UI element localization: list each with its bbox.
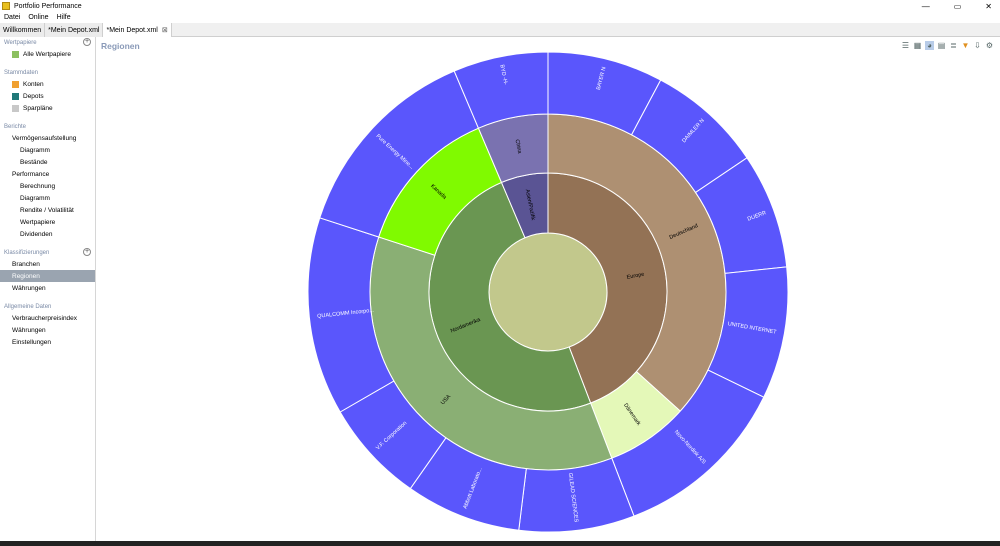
sidebar-item-diagramm-performance[interactable]: Diagramm	[0, 192, 95, 204]
sidebar-item-branchen[interactable]: Branchen	[0, 258, 95, 270]
sidebar-item-label: Sparpläne	[23, 104, 53, 112]
sidebar-item-diagramm[interactable]: Diagramm	[0, 144, 95, 156]
document-icon	[12, 50, 19, 58]
section-allgemeine-daten: Allgemeine Daten	[0, 301, 95, 312]
sidebar-item-label: Depots	[23, 92, 44, 100]
depot-icon	[12, 92, 19, 100]
sidebar-item-performance[interactable]: Performance	[0, 168, 95, 180]
tab-mein-depot-2[interactable]: *Mein Depot.xml ⊠	[103, 23, 172, 37]
sidebar-item-vermoegensaufstellung[interactable]: Vermögensaufstellung	[0, 132, 95, 144]
sidebar-item-einstellungen[interactable]: Einstellungen	[0, 336, 95, 348]
sidebar-item-berechnung[interactable]: Berechnung	[0, 180, 95, 192]
tab-mein-depot-1[interactable]: *Mein Depot.xml	[45, 23, 104, 37]
section-berichte: Berichte	[0, 121, 95, 132]
sidebar-item-label: Konten	[23, 80, 44, 88]
app-logo-icon	[2, 2, 10, 10]
editor-tabs: Willkommen *Mein Depot.xml *Mein Depot.x…	[0, 23, 1000, 37]
section-title: Allgemeine Daten	[4, 303, 52, 310]
window-controls: — ▭ ✕	[922, 0, 992, 12]
add-icon[interactable]: +	[83, 38, 91, 46]
section-stammdaten: Stammdaten	[0, 67, 95, 78]
region-sunburst-chart: EuropeNordamerikaAsien/PazifikDeutschlan…	[307, 51, 789, 533]
sunburst-center	[488, 232, 608, 352]
sidebar-item-dividenden[interactable]: Dividenden	[0, 228, 95, 240]
tab-label: *Mein Depot.xml	[106, 26, 158, 34]
section-title: Stammdaten	[4, 69, 39, 76]
tab-close-icon[interactable]: ⊠	[162, 26, 168, 34]
sidebar-item-rendite-volatilitaet[interactable]: Rendite / Volatilität	[0, 204, 95, 216]
sidebar-item-regionen[interactable]: Regionen	[0, 270, 95, 282]
add-icon[interactable]: +	[83, 248, 91, 256]
sidebar-item-wertpapiere[interactable]: Wertpapiere	[0, 216, 95, 228]
minimize-button[interactable]: —	[922, 2, 930, 11]
tab-label: *Mein Depot.xml	[48, 26, 100, 34]
window-title: Portfolio Performance	[14, 2, 82, 10]
section-title: Klassifizierungen	[4, 249, 50, 256]
menu-hilfe[interactable]: Hilfe	[57, 14, 71, 21]
sidebar-item-waehrungen[interactable]: Währungen	[0, 282, 95, 294]
maximize-button[interactable]: ▭	[954, 2, 962, 11]
sidebar-item-konten[interactable]: Konten	[0, 78, 95, 90]
tab-willkommen[interactable]: Willkommen	[0, 23, 46, 37]
section-title: Wertpapiere	[4, 39, 37, 46]
close-button[interactable]: ✕	[985, 2, 992, 11]
title-bar: Portfolio Performance — ▭ ✕	[0, 0, 1000, 12]
account-icon	[12, 80, 19, 88]
sidebar-item-bestaende[interactable]: Bestände	[0, 156, 95, 168]
menu-datei[interactable]: Datei	[4, 14, 20, 21]
taskbar	[0, 541, 1000, 546]
sidebar-item-depots[interactable]: Depots	[0, 90, 95, 102]
section-title: Berichte	[4, 123, 27, 130]
navigation-sidebar: Wertpapiere + Alle Wertpapiere Stammdaten…	[0, 37, 96, 546]
sidebar-item-waehrungen-allgemein[interactable]: Währungen	[0, 324, 95, 336]
main-panel: Regionen ☰ ▦ ◕ ▤ ≣ ▼ ⇩ ⚙ Europe Nordameri…	[97, 37, 1000, 546]
sidebar-item-verbraucherpreisindex[interactable]: Verbraucherpreisindex	[0, 312, 95, 324]
section-klassifizierungen: Klassifizierungen +	[0, 247, 95, 258]
menu-bar: Datei Online Hilfe	[0, 12, 71, 22]
menu-online[interactable]: Online	[28, 14, 48, 21]
tab-label: Willkommen	[3, 26, 42, 34]
sidebar-item-alle-wertpapiere[interactable]: Alle Wertpapiere	[0, 48, 95, 60]
sidebar-item-label: Alle Wertpapiere	[23, 50, 71, 58]
sidebar-item-sparplaene[interactable]: Sparpläne	[0, 102, 95, 114]
savings-plan-icon	[12, 104, 19, 112]
section-wertpapiere: Wertpapiere +	[0, 37, 95, 48]
